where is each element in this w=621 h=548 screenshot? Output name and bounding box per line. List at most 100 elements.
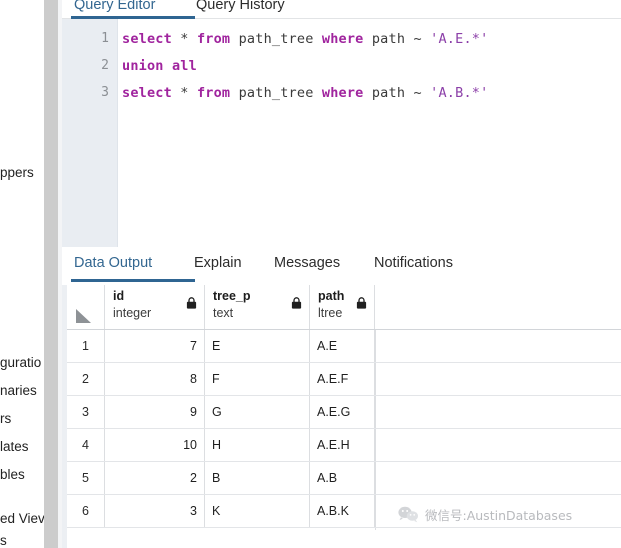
results-grid-header-row: id integer tree_p text path ltree — [67, 285, 621, 330]
code-token-op — [422, 31, 430, 47]
editor-tab-bar: Query Editor Query History — [62, 0, 621, 19]
code-token-kw: from — [196, 31, 231, 47]
column-type: ltree — [318, 306, 343, 320]
cell-id[interactable]: 7 — [105, 330, 205, 362]
line-number-1: 1 — [101, 31, 109, 46]
code-token-kw: union — [122, 58, 164, 74]
table-row[interactable]: 1 7 E A.E — [67, 330, 621, 363]
code-token-op: * — [180, 85, 189, 101]
tab-data-output[interactable]: Data Output — [74, 255, 152, 271]
row-number[interactable]: 4 — [67, 429, 105, 461]
code-token-kw: from — [196, 85, 231, 101]
code-token-op — [164, 58, 172, 74]
cell-id[interactable]: 9 — [105, 396, 205, 428]
code-token-op — [189, 85, 197, 101]
row-number[interactable]: 3 — [67, 396, 105, 428]
code-token-op — [314, 85, 322, 101]
code-token-kw: select — [122, 85, 172, 101]
line-number-2: 2 — [101, 58, 109, 73]
cell-tree_p[interactable]: B — [205, 462, 310, 494]
tab-query-editor[interactable]: Query Editor — [74, 0, 155, 13]
sidebar-item-7[interactable]: s — [0, 533, 7, 548]
table-row[interactable]: 4 10 H A.E.H — [67, 429, 621, 462]
column-name: tree_p — [213, 289, 251, 303]
column-header-id[interactable]: id integer — [105, 285, 205, 329]
editor-line-number-gutter: 1 2 3 — [62, 19, 117, 247]
code-token-kw: where — [321, 31, 364, 47]
cell-tree_p[interactable]: K — [205, 495, 310, 527]
cell-id[interactable]: 8 — [105, 363, 205, 395]
cell-path[interactable]: A.E — [310, 330, 375, 362]
lock-icon — [356, 297, 367, 309]
cell-tree_p[interactable]: F — [205, 363, 310, 395]
results-active-tab-underline — [71, 279, 195, 282]
table-row[interactable]: 2 8 F A.E.F — [67, 363, 621, 396]
cell-path[interactable]: A.E.G — [310, 396, 375, 428]
code-token-kw: all — [171, 58, 197, 74]
code-token-op: ~ — [413, 31, 422, 47]
code-token-op — [230, 31, 238, 47]
sidebar-item-0[interactable]: ppers — [0, 165, 34, 181]
sidebar-item-6[interactable]: ed Viev — [0, 511, 44, 527]
sidebar-item-5[interactable]: bles — [0, 467, 25, 483]
sidebar-item-4[interactable]: lates — [0, 439, 29, 455]
column-header-tree_p[interactable]: tree_p text — [205, 285, 310, 329]
row-number[interactable]: 1 — [67, 330, 105, 362]
code-line-3[interactable]: select * from path_tree where path ~ 'A.… — [122, 85, 488, 101]
row-number[interactable]: 5 — [67, 462, 105, 494]
cell-tree_p[interactable]: H — [205, 429, 310, 461]
results-tab-bar: Data Output Explain Messages Notifications — [62, 247, 621, 285]
code-token-kw: select — [122, 31, 172, 47]
column-header-path[interactable]: path ltree — [310, 285, 375, 329]
cell-path[interactable]: A.B.K — [310, 495, 375, 527]
column-name: path — [318, 289, 345, 303]
code-token-op — [364, 85, 372, 101]
code-line-1[interactable]: select * from path_tree where path ~ 'A.… — [122, 31, 488, 47]
code-token-op — [364, 31, 372, 47]
cell-path[interactable]: A.E.F — [310, 363, 375, 395]
cell-path[interactable]: A.B — [310, 462, 375, 494]
cell-id[interactable]: 3 — [105, 495, 205, 527]
code-token-ident: path — [371, 85, 406, 101]
cell-id[interactable]: 2 — [105, 462, 205, 494]
cell-tree_p[interactable]: G — [205, 396, 310, 428]
lock-icon — [291, 297, 302, 309]
select-all-cell[interactable] — [67, 285, 105, 329]
sql-editor[interactable]: 1 2 3 select * from path_tree where path ~… — [62, 19, 621, 247]
code-token-ident: path_tree — [238, 31, 314, 47]
code-token-op — [314, 31, 322, 47]
code-token-ident: path_tree — [238, 85, 314, 101]
watermark-text: 微信号:AustinDatabases — [425, 508, 573, 523]
tab-notifications[interactable]: Notifications — [374, 255, 453, 271]
table-row[interactable]: 5 2 B A.B — [67, 462, 621, 495]
sidebar-item-2[interactable]: naries — [0, 383, 37, 399]
column-name: id — [113, 289, 125, 303]
code-token-ident: path — [371, 31, 406, 47]
table-row[interactable]: 3 9 G A.E.G — [67, 396, 621, 429]
code-token-op: * — [180, 31, 189, 47]
code-token-kw: where — [321, 85, 364, 101]
row-number[interactable]: 6 — [67, 495, 105, 527]
cell-tree_p[interactable]: E — [205, 330, 310, 362]
code-token-op — [422, 85, 430, 101]
cell-path[interactable]: A.E.H — [310, 429, 375, 461]
row-number[interactable]: 2 — [67, 363, 105, 395]
code-token-op: ~ — [413, 85, 422, 101]
cell-id[interactable]: 10 — [105, 429, 205, 461]
query-tool-panel: Query Editor Query History 123 select * f… — [62, 0, 621, 548]
sidebar-item-3[interactable]: rs — [0, 411, 11, 427]
code-token-op — [230, 85, 238, 101]
tab-query-history[interactable]: Query History — [196, 0, 285, 13]
lock-icon — [186, 297, 197, 309]
sidebar: ppers guratio naries rs lates bles ed Viev s — [0, 0, 44, 548]
tab-explain[interactable]: Explain — [194, 255, 242, 271]
select-all-triangle-icon — [76, 309, 91, 323]
code-line-2[interactable]: union all — [122, 58, 197, 74]
code-token-op — [189, 31, 197, 47]
column-type: integer — [113, 306, 152, 320]
line-number-3: 3 — [101, 85, 109, 100]
editor-gutter-edge — [117, 19, 118, 247]
sidebar-item-1[interactable]: guratio — [0, 355, 41, 371]
tab-messages[interactable]: Messages — [274, 255, 340, 271]
code-token-str: 'A.B.*' — [430, 85, 489, 101]
